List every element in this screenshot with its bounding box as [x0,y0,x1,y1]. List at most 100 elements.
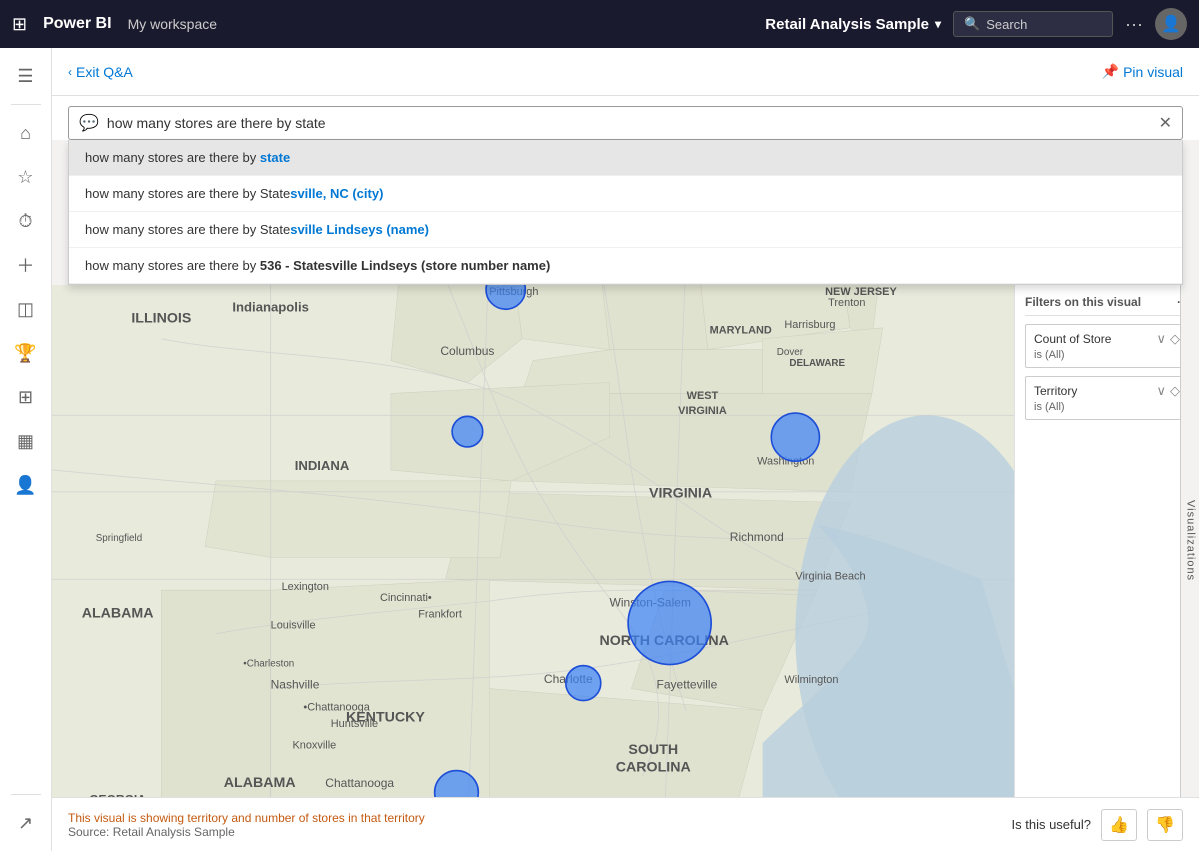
sidebar-item-hub[interactable]: 🏆 [6,333,46,373]
sidebar-item-menu[interactable]: ☰ [6,56,46,96]
autocomplete-item-1[interactable]: how many stores are there by state [69,140,1182,176]
back-chevron-icon: ‹ [68,65,72,79]
filter-expand-count[interactable]: ∨ [1156,331,1166,347]
filter-value-territory: is (All) [1034,401,1180,413]
sidebar-item-home[interactable]: ⌂ [6,113,46,153]
svg-text:Indianapolis: Indianapolis [232,299,308,314]
autocomplete-text-2: how many stores are there by Statesville… [85,186,383,201]
svg-text:Nashville: Nashville [271,678,320,692]
exit-qa-button[interactable]: ‹ Exit Q&A [68,64,133,80]
search-box[interactable]: 🔍 Search [953,11,1113,37]
svg-text:Richmond: Richmond [730,530,784,544]
filter-expand-territory[interactable]: ∨ [1156,383,1166,399]
user-icon: 👤 [1161,14,1181,34]
pin-visual-button[interactable]: 📌 Pin visual [1102,63,1183,80]
pin-label: Pin visual [1123,64,1183,80]
pin-icon: 📌 [1102,63,1119,80]
qa-chat-icon: 💬 [79,113,99,133]
svg-text:ALABAMA: ALABAMA [224,775,296,791]
top-nav: ⊞ Power BI My workspace Retail Analysis … [0,0,1199,48]
svg-text:ILLINOIS: ILLINOIS [131,310,191,326]
autocomplete-text-1: how many stores are there by state [85,150,290,165]
svg-text:Springfield: Springfield [96,533,142,544]
filter-clear-territory[interactable]: ◇ [1170,383,1180,399]
feedback-area: Is this useful? 👍 👎 [1012,809,1184,841]
filters-panel-title: Filters on this visual ··· [1025,295,1189,316]
svg-text:ALABAMA: ALABAMA [82,606,154,622]
svg-text:VIRGINIA: VIRGINIA [649,485,712,501]
useful-label: Is this useful? [1012,817,1092,832]
visualizations-tab[interactable]: Visualizations [1180,285,1199,797]
brand-label: Power BI [43,15,111,33]
user-avatar[interactable]: 👤 [1155,8,1187,40]
more-options-icon[interactable]: ··· [1125,14,1143,35]
sidebar-item-person[interactable]: 👤 [6,465,46,505]
svg-text:Chattanooga: Chattanooga [325,776,394,790]
workspace-label[interactable]: My workspace [128,16,217,32]
svg-text:DELAWARE: DELAWARE [789,358,845,369]
report-title[interactable]: Retail Analysis Sample ▾ [765,16,941,33]
svg-text:CAROLINA: CAROLINA [616,760,691,776]
source-text: Source: Retail Analysis Sample [68,825,425,839]
sidebar-item-favorites[interactable]: ☆ [6,157,46,197]
report-title-chevron: ▾ [935,17,941,31]
sidebar-item-workspaces[interactable]: ⊞ [6,377,46,417]
filter-clear-count[interactable]: ◇ [1170,331,1180,347]
svg-text:Knoxville: Knoxville [293,740,337,752]
search-icon: 🔍 [964,16,980,32]
svg-text:Cincinnati•: Cincinnati• [380,592,432,604]
autocomplete-text-4: how many stores are there by 536 - State… [85,258,550,273]
thumbs-up-button[interactable]: 👍 [1101,809,1137,841]
filter-header-territory: Territory ∨ ◇ [1034,383,1180,399]
thumbs-down-button[interactable]: 👎 [1147,809,1183,841]
sidebar-item-recent[interactable]: ⏱ [6,201,46,241]
svg-text:Fayetteville: Fayetteville [657,678,718,692]
svg-text:Louisville: Louisville [271,619,316,631]
autocomplete-text-3: how many stores are there by Statesville… [85,222,429,237]
svg-text:WEST: WEST [687,390,719,402]
svg-text:GEORGIA: GEORGIA [89,792,146,797]
content-row: ILLINOIS INDIANA KENTUCKY WEST VIRGINIA … [52,285,1199,797]
qa-header: ‹ Exit Q&A 📌 Pin visual [52,48,1199,96]
status-text: This visual is showing territory and num… [68,811,425,825]
svg-text:Frankfort: Frankfort [418,609,462,621]
qa-input[interactable] [107,115,1151,131]
autocomplete-item-4[interactable]: how many stores are there by 536 - State… [69,248,1182,284]
autocomplete-item-2[interactable]: how many stores are there by Statesville… [69,176,1182,212]
svg-text:INDIANA: INDIANA [295,458,350,473]
exit-qa-label: Exit Q&A [76,64,133,80]
svg-text:Huntsville: Huntsville [331,718,378,730]
main-content: ‹ Exit Q&A 📌 Pin visual 💬 ✕ how many sto… [52,48,1199,851]
svg-text:•Charleston: •Charleston [243,659,294,670]
autocomplete-dropdown: how many stores are there by state how m… [68,140,1183,285]
svg-text:Columbus: Columbus [440,344,494,358]
map-container[interactable]: ILLINOIS INDIANA KENTUCKY WEST VIRGINIA … [52,285,1014,797]
svg-text:MARYLAND: MARYLAND [710,324,772,336]
grid-icon[interactable]: ⊞ [12,14,27,35]
sidebar-item-external[interactable]: ↗ [6,803,46,843]
svg-text:Dover: Dover [777,347,804,358]
filter-header-count: Count of Store ∨ ◇ [1034,331,1180,347]
nav-separator-2 [11,794,41,795]
filter-name-count: Count of Store [1034,332,1111,346]
svg-text:Trenton: Trenton [828,297,865,309]
status-info: This visual is showing territory and num… [68,811,425,839]
svg-text:Virginia Beach: Virginia Beach [795,570,865,582]
filter-actions-count: ∨ ◇ [1156,331,1180,347]
sidebar-item-create[interactable]: ＋ [6,245,46,285]
filter-value-count: is (All) [1034,349,1180,361]
sidebar-item-datasets[interactable]: ▦ [6,421,46,461]
side-nav: ☰ ⌂ ☆ ⏱ ＋ ◫ 🏆 ⊞ ▦ 👤 ↗ [0,48,52,851]
bottom-bar: This visual is showing territory and num… [52,797,1199,851]
clear-input-button[interactable]: ✕ [1159,113,1172,133]
qa-input-area: 💬 ✕ [52,96,1199,140]
svg-text:Wilmington: Wilmington [784,674,838,686]
svg-text:Harrisburg: Harrisburg [784,319,835,331]
svg-text:VIRGINIA: VIRGINIA [678,405,727,417]
autocomplete-item-3[interactable]: how many stores are there by Statesville… [69,212,1182,248]
filter-actions-territory: ∨ ◇ [1156,383,1180,399]
sidebar-item-browse[interactable]: ◫ [6,289,46,329]
svg-text:SOUTH: SOUTH [628,742,678,758]
filter-name-territory: Territory [1034,384,1077,398]
map-svg: ILLINOIS INDIANA KENTUCKY WEST VIRGINIA … [52,285,1014,797]
